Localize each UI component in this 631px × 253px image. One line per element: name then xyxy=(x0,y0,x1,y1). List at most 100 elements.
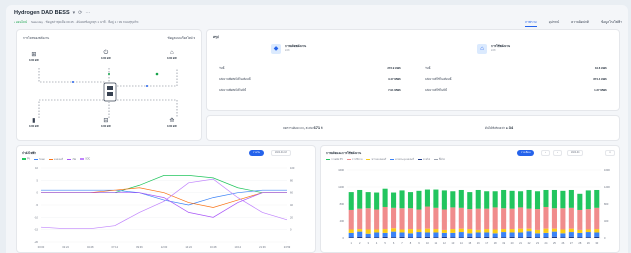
load-power-value: 0.00 kW xyxy=(167,57,177,60)
pv-node[interactable]: ⊞ 0.00 kW xyxy=(29,52,39,62)
bar xyxy=(407,229,414,234)
x-tick-label: 23:59 xyxy=(284,245,291,249)
bar xyxy=(450,207,456,230)
tab-overview[interactable]: ภาพรวม xyxy=(525,20,537,27)
bar xyxy=(458,207,464,229)
bar xyxy=(433,237,439,238)
x-tick-label: 2 xyxy=(359,241,361,245)
bar xyxy=(424,232,430,237)
x-tick-label: 23 xyxy=(536,241,539,245)
bar xyxy=(374,229,380,233)
bar xyxy=(501,189,507,209)
x-tick-label: 14 xyxy=(460,241,463,245)
x-tick-label: 00:00 xyxy=(38,245,45,249)
bar xyxy=(492,237,498,238)
bar xyxy=(526,228,532,232)
bar xyxy=(594,232,600,237)
row-value: 7.91 MWh xyxy=(388,88,401,92)
grid-node[interactable]: ⟰ 0.00 kW xyxy=(167,118,177,128)
bar xyxy=(551,236,557,238)
y2-tick-label: 20 xyxy=(290,215,293,219)
y2-tick-label: 1200 xyxy=(604,185,610,189)
meter-node[interactable]: ⊟ 0.00 kW xyxy=(101,118,111,128)
x-tick-label: 4 xyxy=(376,241,378,245)
bar xyxy=(492,229,498,234)
bar xyxy=(365,208,371,230)
x-tick-label: 19:12 xyxy=(235,245,242,249)
x-tick-label: 11 xyxy=(435,241,438,245)
generation-row-today: วันนี้ 273.9 kWh xyxy=(219,66,401,71)
chevron-down-icon[interactable]: ▾ xyxy=(73,10,76,16)
bar xyxy=(518,237,524,238)
y2-tick-label: 100 xyxy=(290,166,295,170)
tab-alarms[interactable]: ความผิดปกติ xyxy=(571,20,589,27)
row-label: วันนี้ xyxy=(425,66,431,70)
bar xyxy=(509,190,515,209)
grid-power-value: 0.00 kW xyxy=(167,125,177,128)
refresh-icon[interactable]: ⟳ xyxy=(78,10,82,16)
power-line-chart: 10 100 5 80 0 60 -5 40 -10 20 -15 0 -2000:00 02:24 04:… xyxy=(34,166,295,249)
bar xyxy=(543,237,549,238)
y-tick-label: -5 xyxy=(36,203,39,207)
x-tick-label: 10 xyxy=(426,241,429,245)
y2-tick-label: 80 xyxy=(290,178,293,182)
y-tick-label: 1200 xyxy=(338,185,344,189)
inverter-power-value: 0.00 kW xyxy=(101,57,111,60)
bar xyxy=(399,229,405,233)
bar xyxy=(416,237,422,238)
bar xyxy=(450,191,456,208)
bar xyxy=(391,192,397,208)
x-tick-label: 18 xyxy=(494,241,497,245)
bar xyxy=(407,208,414,230)
bar xyxy=(534,209,541,230)
more-icon[interactable]: ⋯ xyxy=(85,10,90,16)
x-tick-label: 02:24 xyxy=(62,245,69,249)
y2-tick-label: 60 xyxy=(290,191,293,195)
x-tick-label: 04:48 xyxy=(87,245,94,249)
bar xyxy=(484,232,490,237)
load-node[interactable]: ⌂ 0.00 kW xyxy=(167,50,177,60)
bar xyxy=(501,232,507,238)
solar-panel-icon: ◆ xyxy=(271,44,281,54)
bar xyxy=(509,229,515,233)
bar xyxy=(458,237,464,238)
bar xyxy=(501,229,507,233)
x-tick-label: 21 xyxy=(519,241,522,245)
inverter-node[interactable]: ⏻ 0.00 kW xyxy=(101,50,111,60)
y2-tick-label: 0 xyxy=(290,228,292,232)
bar xyxy=(450,229,456,233)
bar xyxy=(560,233,566,238)
bar xyxy=(594,229,600,233)
tree-icon: ♣ xyxy=(505,126,508,130)
bar xyxy=(518,207,524,229)
x-tick-label: 07:12 xyxy=(112,245,119,249)
row-label: พลังงานที่ผลิตได้ในเดือนนี้ xyxy=(219,77,251,81)
bar xyxy=(509,232,515,237)
x-tick-label: 09:36 xyxy=(136,245,143,249)
battery-node[interactable]: ▮ 0.00 kW xyxy=(29,118,39,128)
tab-plant-info[interactable]: ข้อมูลโรงไฟฟ้า xyxy=(601,20,622,27)
bar xyxy=(526,231,532,237)
meter-power-value: 0.00 kW xyxy=(101,125,111,128)
bar xyxy=(382,206,388,230)
y-tick-label: -15 xyxy=(34,228,38,232)
bar xyxy=(433,232,439,238)
bar xyxy=(560,190,566,209)
generation-row-month: พลังงานที่ผลิตได้ในเดือนนี้ 3.47 MWh xyxy=(219,77,401,82)
bar xyxy=(382,229,388,233)
tab-devices[interactable]: อุปกรณ์ xyxy=(549,20,560,27)
bar xyxy=(526,189,532,209)
bar xyxy=(348,192,354,210)
bar xyxy=(585,209,591,230)
y-tick-label: 800 xyxy=(340,202,345,206)
row-value: 34.6 kWh xyxy=(594,66,607,70)
bar xyxy=(492,233,498,238)
energy-chart-card: การผลิตและการใช้พลังงาน รายเดือน ‹ › 202… xyxy=(320,145,620,253)
bar xyxy=(357,229,363,232)
x-tick-label: 3 xyxy=(367,241,369,245)
bar xyxy=(484,208,490,230)
bar xyxy=(534,233,541,238)
bar xyxy=(424,236,430,238)
bar xyxy=(391,228,397,232)
y-tick-label: 0 xyxy=(37,191,39,195)
